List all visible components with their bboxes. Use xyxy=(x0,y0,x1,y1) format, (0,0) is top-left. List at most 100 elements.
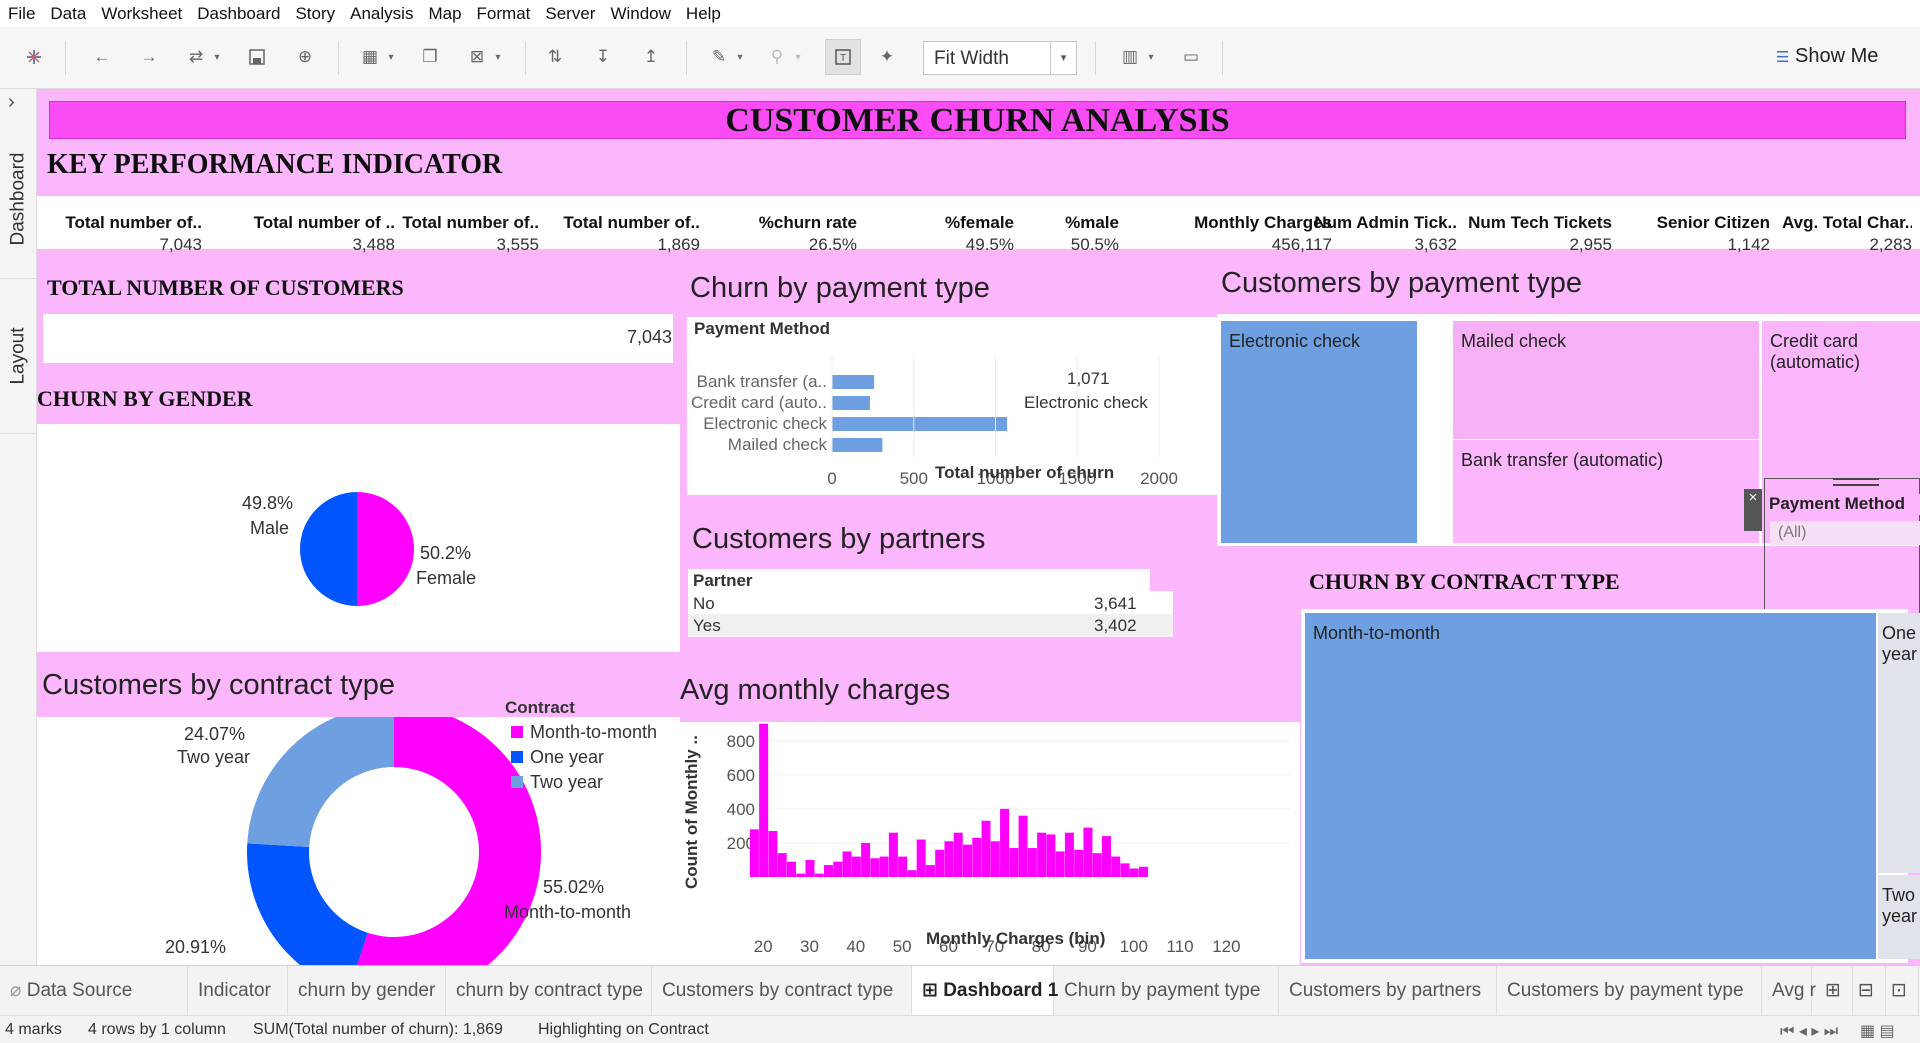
chevron-down-icon[interactable]: ▾ xyxy=(210,43,224,71)
tableau-logo-icon[interactable] xyxy=(20,43,48,71)
hist-bar[interactable] xyxy=(805,859,815,877)
hist-bar[interactable] xyxy=(749,829,759,877)
new-dashboard-icon[interactable]: ⊟ xyxy=(1853,966,1886,1016)
tree-bank-transfer[interactable]: Bank transfer (automatic) xyxy=(1453,440,1759,543)
hist-bar[interactable] xyxy=(768,831,778,877)
new-story-icon[interactable]: ⊡ xyxy=(1886,966,1919,1016)
hist-bar[interactable] xyxy=(1083,827,1093,877)
sheet-tab[interactable]: ⌀ Data Source xyxy=(0,966,188,1016)
menu-item-data[interactable]: Data xyxy=(50,4,86,24)
hist-bar[interactable] xyxy=(972,837,982,877)
sheet-tab[interactable]: Churn by payment type xyxy=(1054,966,1279,1016)
menu-item-help[interactable]: Help xyxy=(686,4,721,24)
chevron-down-icon[interactable]: ▾ xyxy=(1144,43,1158,71)
hist-bar[interactable] xyxy=(1064,832,1074,877)
menu-item-story[interactable]: Story xyxy=(295,4,335,24)
pie-slice-male[interactable] xyxy=(300,492,357,606)
payment-bar-0[interactable] xyxy=(832,375,875,389)
hist-bar[interactable] xyxy=(916,839,926,877)
hist-bar[interactable] xyxy=(1074,849,1084,877)
menu-item-server[interactable]: Server xyxy=(545,4,595,24)
presentation-icon[interactable]: ▭ xyxy=(1177,43,1205,71)
sort-descending-icon[interactable]: ↥ xyxy=(637,43,665,71)
hist-bar[interactable] xyxy=(777,853,787,877)
menu-item-file[interactable]: File xyxy=(8,4,35,24)
chevron-down-icon[interactable]: ▾ xyxy=(733,43,747,71)
menu-item-analysis[interactable]: Analysis xyxy=(350,4,413,24)
highlight-icon[interactable]: ✎ xyxy=(705,43,733,71)
tree-month-to-month[interactable]: Month-to-month xyxy=(1305,613,1876,959)
hist-bar[interactable] xyxy=(981,820,991,877)
legend-item[interactable]: One year xyxy=(511,747,604,768)
group-icon[interactable]: ⚲ xyxy=(763,43,791,71)
hist-bar[interactable] xyxy=(1037,832,1047,877)
replay-icon[interactable]: ⇄ xyxy=(182,43,210,71)
layout-tab[interactable]: Layout xyxy=(0,279,37,434)
payment-bar-3[interactable] xyxy=(832,438,883,452)
pin-icon[interactable]: ✦ xyxy=(873,43,901,71)
hist-bar[interactable] xyxy=(851,856,861,877)
hist-bar[interactable] xyxy=(935,849,945,877)
new-worksheet-icon[interactable]: ▦ xyxy=(356,43,384,71)
sheet-tab[interactable]: churn by gender xyxy=(288,966,446,1016)
sheet-tab[interactable]: Customers by partners xyxy=(1279,966,1497,1016)
hist-bar[interactable] xyxy=(861,842,871,877)
hist-bar[interactable] xyxy=(1018,815,1028,877)
hist-bar[interactable] xyxy=(879,856,889,877)
hist-bar[interactable] xyxy=(1111,856,1121,877)
sheet-tab[interactable]: Avg r xyxy=(1762,966,1816,1016)
hist-bar[interactable] xyxy=(833,861,843,877)
hist-bar[interactable] xyxy=(814,873,824,877)
hist-bar[interactable] xyxy=(870,858,880,877)
payment-bar-2[interactable] xyxy=(832,417,1008,431)
hist-bar[interactable] xyxy=(944,841,954,877)
hist-bar[interactable] xyxy=(1027,848,1037,877)
menu-item-format[interactable]: Format xyxy=(477,4,531,24)
donut-slice-2[interactable] xyxy=(247,717,394,848)
menu-item-worksheet[interactable]: Worksheet xyxy=(101,4,182,24)
pie-slice-female[interactable] xyxy=(357,492,414,606)
dashboard-tab[interactable]: Dashboard xyxy=(0,119,37,279)
hist-bar[interactable] xyxy=(1009,848,1019,877)
show-mark-labels-icon[interactable]: T xyxy=(825,39,861,75)
menu-item-dashboard[interactable]: Dashboard xyxy=(197,4,280,24)
sheet-tab[interactable]: churn by contract type xyxy=(446,966,652,1016)
hist-bar[interactable] xyxy=(786,861,796,877)
hist-bar[interactable] xyxy=(962,844,972,877)
drag-handle-icon[interactable] xyxy=(1833,478,1879,486)
hist-bar[interactable] xyxy=(1046,834,1056,877)
tree-one-year[interactable]: One year xyxy=(1878,613,1920,873)
donut-slice-1[interactable] xyxy=(247,843,368,965)
hist-bar[interactable] xyxy=(907,870,917,877)
new-sheet-icon[interactable]: ⊞ xyxy=(1820,966,1853,1016)
clear-sheet-icon[interactable]: ⊠ xyxy=(463,43,491,71)
sheet-tab[interactable]: Customers by payment type xyxy=(1497,966,1762,1016)
hist-bar[interactable] xyxy=(759,723,769,877)
swap-icon[interactable]: ⇅ xyxy=(541,43,569,71)
payment-bar-1[interactable] xyxy=(832,396,870,410)
bar-chart-icon[interactable]: ▥ xyxy=(1116,43,1144,71)
hist-bar[interactable] xyxy=(953,832,963,877)
hist-bar[interactable] xyxy=(1101,836,1111,877)
chevron-down-icon[interactable]: ▾ xyxy=(384,43,398,71)
hist-bar[interactable] xyxy=(888,832,898,877)
fit-dropdown[interactable]: Fit Width ▾ xyxy=(923,41,1077,75)
menu-item-map[interactable]: Map xyxy=(428,4,461,24)
hist-bar[interactable] xyxy=(1055,851,1065,877)
chevron-down-icon[interactable]: ▾ xyxy=(491,43,505,71)
show-me-button[interactable]: ☰ Show Me xyxy=(1776,45,1878,68)
hist-bar[interactable] xyxy=(925,865,935,877)
hist-bar[interactable] xyxy=(1139,866,1149,877)
menu-item-window[interactable]: Window xyxy=(610,4,670,24)
redo-icon[interactable]: → xyxy=(135,43,163,71)
hist-bar[interactable] xyxy=(990,841,1000,877)
chevron-down-icon[interactable]: ▾ xyxy=(791,43,805,71)
hist-bar[interactable] xyxy=(824,865,834,877)
legend-item[interactable]: Month-to-month xyxy=(511,722,657,743)
nav-arrows-icon[interactable]: ⏮ ◂ ▸ ⏭ xyxy=(1780,1021,1838,1041)
close-icon[interactable]: × xyxy=(1744,489,1762,531)
sort-ascending-icon[interactable]: ↧ xyxy=(589,43,617,71)
payment-filter-dropdown[interactable]: (All) xyxy=(1770,521,1920,545)
hist-bar[interactable] xyxy=(1120,863,1130,877)
expand-icon[interactable]: › xyxy=(8,91,15,114)
